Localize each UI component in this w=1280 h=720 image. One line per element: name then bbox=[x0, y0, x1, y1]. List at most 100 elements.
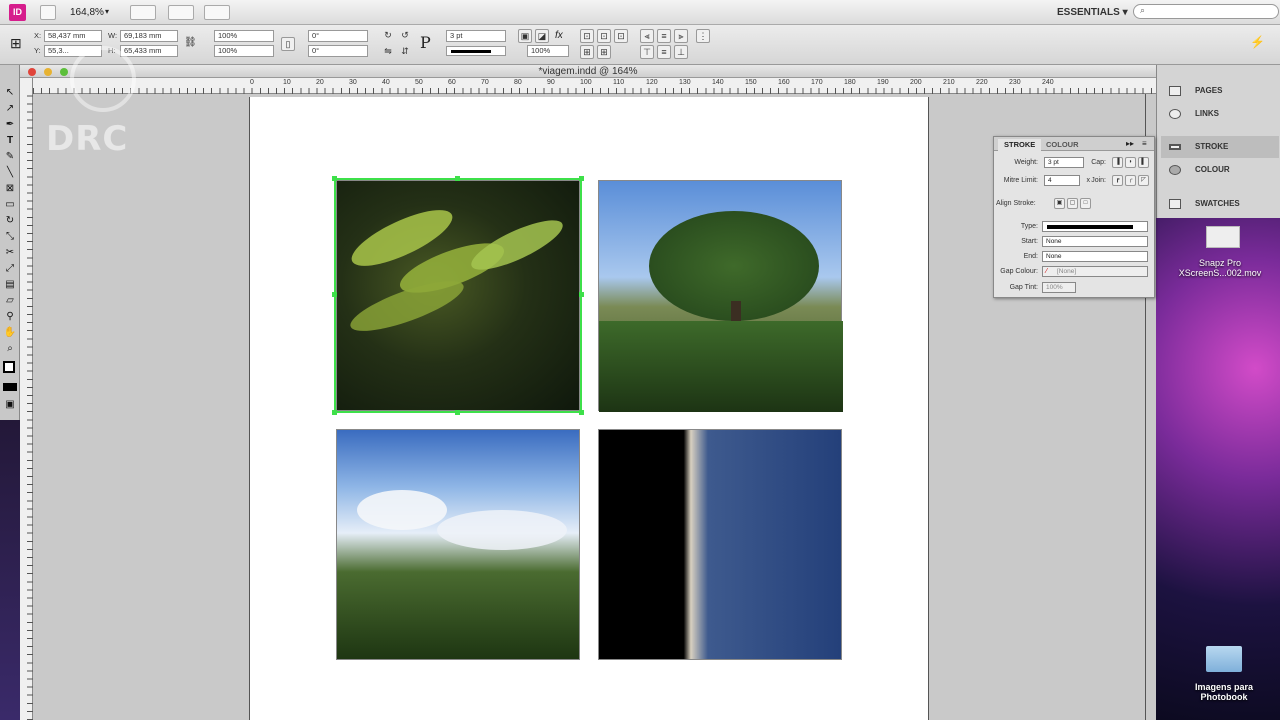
constrain-scale-icon[interactable]: ▯ bbox=[281, 37, 295, 51]
desktop-icon-label[interactable]: Snapz Pro XScreenS...002.mov bbox=[1160, 258, 1280, 278]
folder-icon[interactable] bbox=[1206, 646, 1242, 672]
miter-join-icon[interactable]: ┏ bbox=[1112, 175, 1123, 186]
x-position-field[interactable]: 58,437 mm bbox=[44, 30, 102, 42]
effects-icon[interactable]: fx bbox=[555, 30, 563, 41]
drop-shadow-icon[interactable]: ◪ bbox=[535, 29, 549, 43]
end-select[interactable]: None bbox=[1042, 251, 1148, 262]
gradient-tool-icon[interactable]: ▤ bbox=[3, 279, 17, 291]
start-select[interactable]: None bbox=[1042, 236, 1148, 247]
selection-handle[interactable] bbox=[579, 410, 584, 415]
rectangle-frame-tool-icon[interactable]: ⊠ bbox=[3, 183, 17, 195]
fit-frame-icon[interactable]: ⊡ bbox=[580, 29, 594, 43]
stroke-weight-field[interactable]: 3 pt bbox=[446, 30, 506, 42]
direct-selection-tool-icon[interactable]: ↗ bbox=[3, 103, 17, 115]
screen-mode-button[interactable] bbox=[168, 5, 194, 20]
scale-tool-icon[interactable]: ⤡ bbox=[3, 231, 17, 243]
center-content-icon[interactable]: ⊞ bbox=[580, 45, 594, 59]
rectangle-tool-icon[interactable]: ▭ bbox=[3, 199, 17, 211]
scissors-tool-icon[interactable]: ✂ bbox=[3, 247, 17, 259]
fit-proportionally-icon[interactable]: ⊡ bbox=[597, 29, 611, 43]
align-top-icon[interactable]: ⊤ bbox=[640, 45, 654, 59]
eyedropper-tool-icon[interactable]: ⚲ bbox=[3, 311, 17, 323]
hand-tool-icon[interactable]: ✋ bbox=[3, 327, 17, 339]
align-right-icon[interactable]: ⫸ bbox=[674, 29, 688, 43]
minimize-window-icon[interactable] bbox=[44, 68, 52, 76]
mitre-limit-field[interactable]: 4 bbox=[1044, 175, 1080, 186]
selection-handle[interactable] bbox=[332, 176, 337, 181]
width-field[interactable]: 69,183 mm bbox=[120, 30, 178, 42]
selection-handle[interactable] bbox=[332, 410, 337, 415]
dock-item-swatches[interactable]: SWATCHES bbox=[1161, 193, 1279, 215]
zoom-dropdown-icon[interactable]: ▾ bbox=[105, 7, 109, 16]
movie-file-icon[interactable] bbox=[1206, 226, 1240, 248]
image-frame-tree[interactable] bbox=[598, 180, 843, 412]
align-center-icon[interactable]: ≡ bbox=[657, 29, 671, 43]
butt-cap-icon[interactable]: ▐ bbox=[1112, 157, 1123, 168]
selection-handle[interactable] bbox=[455, 410, 460, 415]
document-tab[interactable]: *viagem.indd @ 164% bbox=[20, 65, 1156, 78]
stroke-type-select[interactable] bbox=[1042, 221, 1148, 232]
collapse-icon[interactable]: ▸▸ bbox=[1126, 139, 1134, 148]
arrange-documents-button[interactable] bbox=[204, 5, 230, 20]
fit-content-icon[interactable]: ▣ bbox=[518, 29, 532, 43]
dock-item-stroke[interactable]: STROKE bbox=[1161, 136, 1279, 158]
gap-colour-select[interactable]: [None] bbox=[1042, 266, 1148, 277]
shear-field[interactable]: 0° bbox=[308, 45, 368, 57]
align-center-stroke-icon[interactable]: ▣ bbox=[1054, 198, 1065, 209]
stroke-type-selector[interactable] bbox=[446, 46, 506, 56]
round-join-icon[interactable]: ╭ bbox=[1125, 175, 1136, 186]
round-cap-icon[interactable]: ◗ bbox=[1125, 157, 1136, 168]
projecting-cap-icon[interactable]: ▌ bbox=[1138, 157, 1149, 168]
dock-item-links[interactable]: LINKS bbox=[1161, 103, 1279, 125]
align-outside-stroke-icon[interactable]: □ bbox=[1080, 198, 1091, 209]
tab-stroke[interactable]: STROKE bbox=[998, 139, 1042, 151]
type-tool-icon[interactable]: T bbox=[3, 135, 17, 147]
scale-x-field[interactable]: 100% bbox=[214, 30, 274, 42]
pencil-tool-icon[interactable]: ✎ bbox=[3, 151, 17, 163]
horizontal-ruler[interactable]: 0 10 20 30 40 50 60 70 80 90 100 110 120… bbox=[33, 78, 1156, 94]
rotation-field[interactable]: 0° bbox=[308, 30, 368, 42]
align-bottom-icon[interactable]: ⊥ bbox=[674, 45, 688, 59]
fill-frame-icon[interactable]: ⊡ bbox=[614, 29, 628, 43]
screen-mode-icon[interactable]: ▣ bbox=[3, 399, 17, 411]
zoom-level[interactable]: 164,8% bbox=[70, 7, 104, 18]
flip-horizontal-icon[interactable]: ⇋ bbox=[381, 45, 395, 59]
fill-stroke-swatch-icon[interactable] bbox=[3, 361, 15, 373]
align-inside-stroke-icon[interactable]: ▢ bbox=[1067, 198, 1078, 209]
zoom-window-icon[interactable] bbox=[60, 68, 68, 76]
rotate-cw-icon[interactable]: ↻ bbox=[381, 29, 395, 43]
rotate-tool-icon[interactable]: ↻ bbox=[3, 215, 17, 227]
selection-handle[interactable] bbox=[579, 292, 584, 297]
selection-tool-icon[interactable]: ↖ bbox=[3, 87, 17, 99]
dock-item-colour[interactable]: COLOUR bbox=[1161, 159, 1279, 181]
bevel-join-icon[interactable]: ◸ bbox=[1138, 175, 1149, 186]
selection-bounding-box[interactable] bbox=[332, 176, 584, 415]
pen-tool-icon[interactable]: ✒ bbox=[3, 119, 17, 131]
workspace-switcher[interactable]: ESSENTIALS ▾ bbox=[1057, 7, 1128, 18]
content-fitting-icon[interactable]: ⊞ bbox=[597, 45, 611, 59]
align-middle-icon[interactable]: ≡ bbox=[657, 45, 671, 59]
vertical-ruler[interactable] bbox=[20, 78, 33, 720]
scale-y-field[interactable]: 100% bbox=[214, 45, 274, 57]
image-frame-contrast[interactable] bbox=[598, 429, 842, 660]
note-tool-icon[interactable]: ▱ bbox=[3, 295, 17, 307]
selection-handle[interactable] bbox=[332, 292, 337, 297]
align-left-icon[interactable]: ⫷ bbox=[640, 29, 654, 43]
opacity-field[interactable]: 100% bbox=[527, 45, 569, 57]
desktop-icon-label[interactable]: Imagens para Photobook bbox=[1176, 682, 1272, 702]
zoom-tool-icon[interactable]: ⌕ bbox=[3, 343, 17, 355]
select-container-icon[interactable]: P bbox=[420, 33, 431, 52]
gap-tint-field[interactable]: 100% bbox=[1042, 282, 1076, 293]
close-window-icon[interactable] bbox=[28, 68, 36, 76]
rotate-ccw-icon[interactable]: ↺ bbox=[398, 29, 412, 43]
image-frame-field-sky[interactable] bbox=[336, 429, 580, 660]
tab-colour[interactable]: COLOUR bbox=[1040, 139, 1085, 151]
line-tool-icon[interactable]: ╲ bbox=[3, 167, 17, 179]
panel-menu-icon[interactable]: ≡ bbox=[1142, 139, 1147, 148]
weight-field[interactable]: 3 pt bbox=[1044, 157, 1084, 168]
distribute-icon[interactable]: ⋮ bbox=[696, 29, 710, 43]
search-input[interactable]: ⌕ bbox=[1133, 4, 1279, 19]
dock-item-pages[interactable]: PAGES bbox=[1161, 80, 1279, 102]
quick-apply-icon[interactable]: ⚡ bbox=[1250, 35, 1265, 49]
selection-handle[interactable] bbox=[579, 176, 584, 181]
